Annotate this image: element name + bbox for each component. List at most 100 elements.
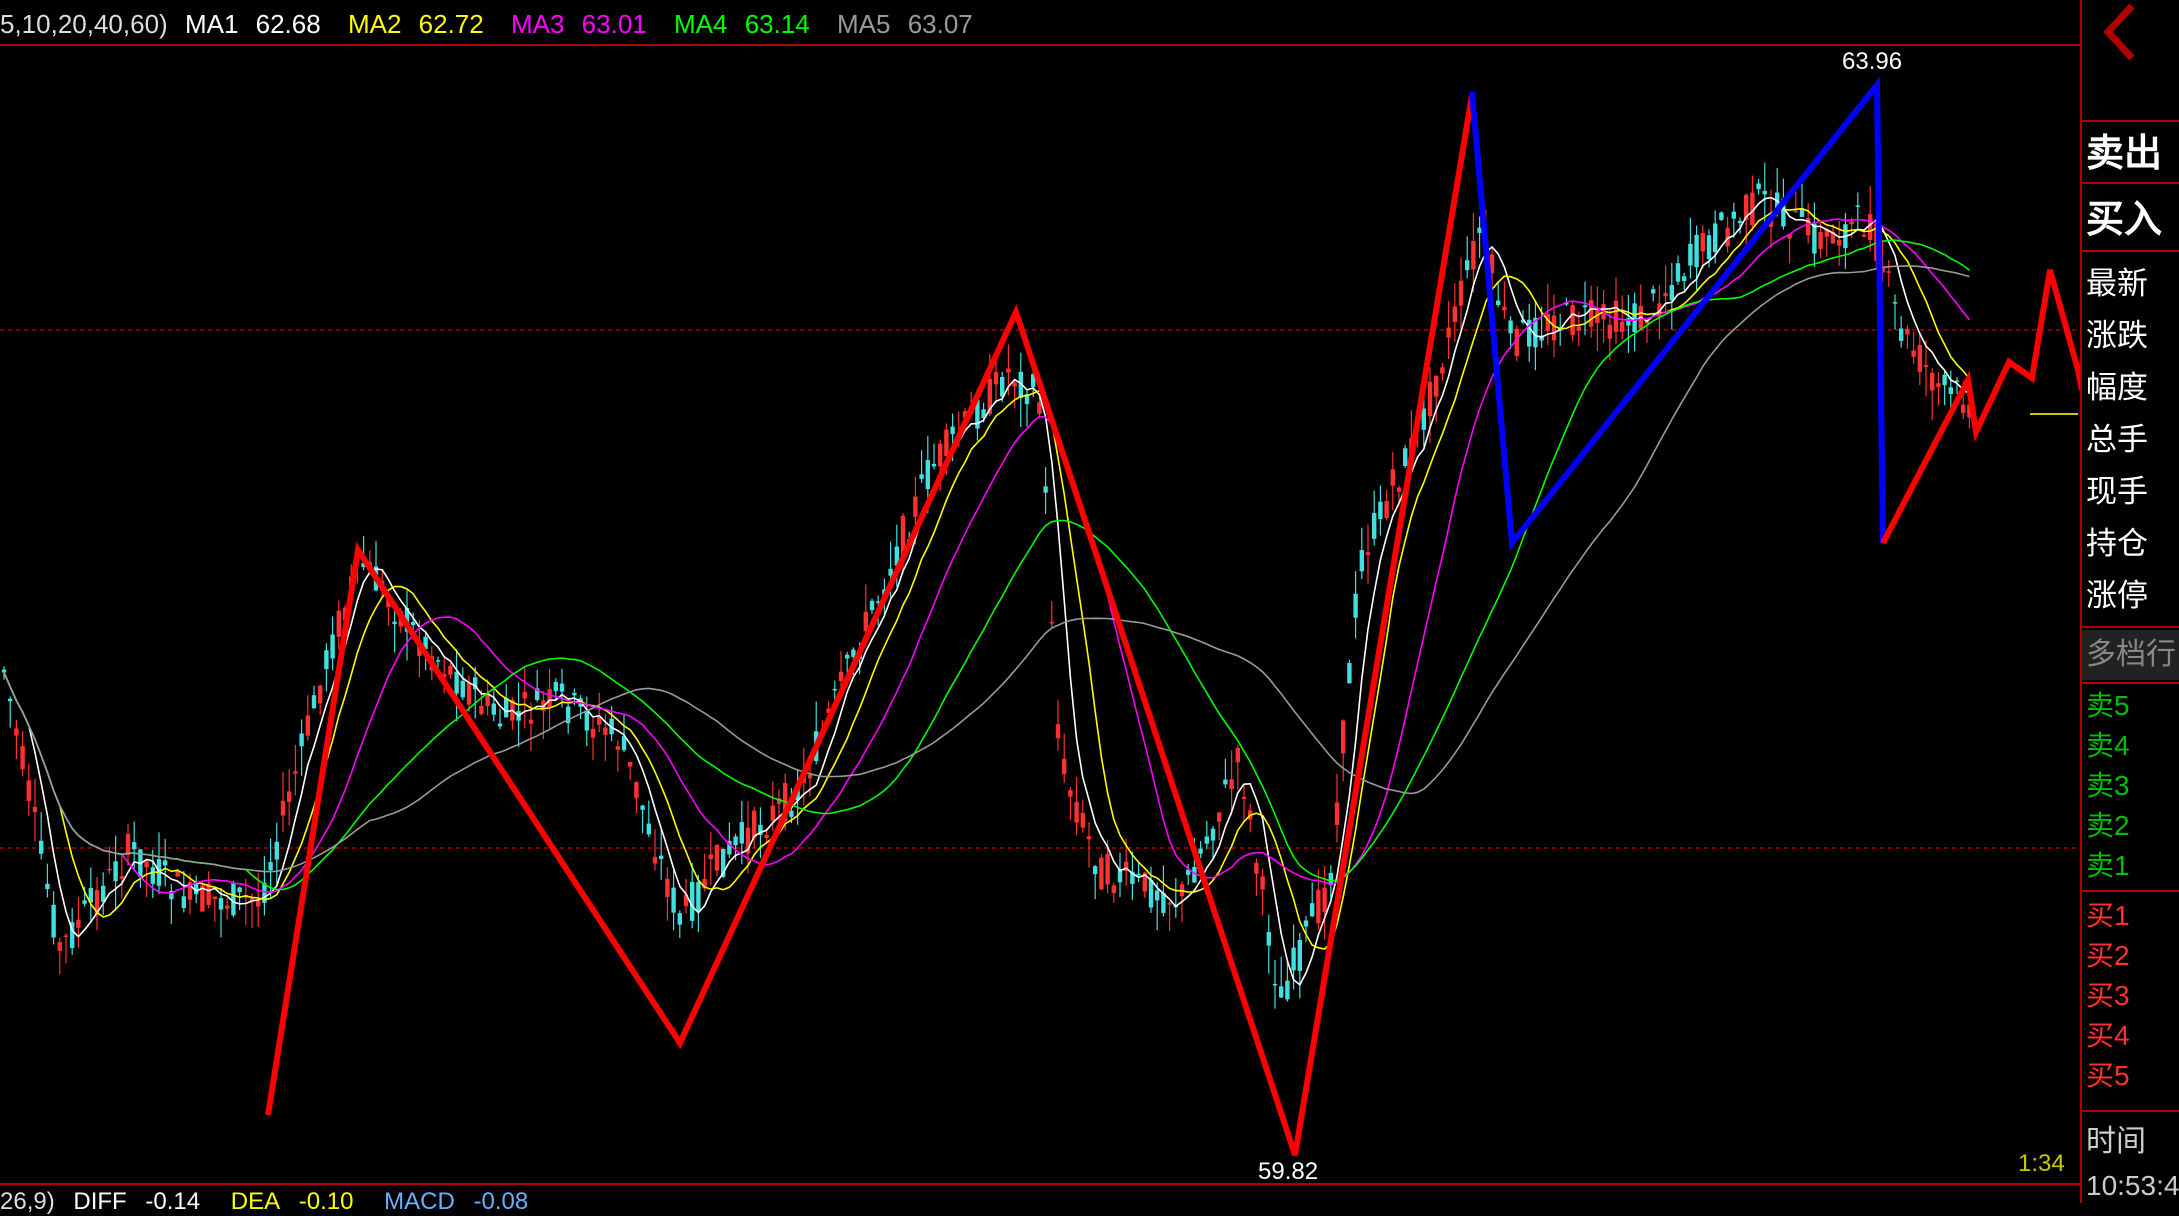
candle-body <box>1 669 7 673</box>
candle-body <box>1421 408 1426 430</box>
ma2-readout: MA2 62.72 <box>348 9 494 39</box>
quote-side-panel: 卖出 买入 最新 涨跌 幅度 总手 现手 持仓 涨停 多档行 卖5 卖4 卖3 … <box>2082 0 2179 1203</box>
candle-body <box>1961 404 1966 413</box>
candle-body <box>181 896 186 909</box>
buy-button[interactable]: 买入 <box>2082 188 2179 252</box>
zigzag-overlay <box>265 76 2080 1156</box>
candle-body <box>63 935 69 937</box>
diff-label: DIFF <box>73 1188 127 1215</box>
macd-readout: MACD -0.08 <box>384 1188 540 1215</box>
zigzag-blue <box>1469 76 1886 551</box>
candle-body <box>1111 885 1116 894</box>
moving-average-lines <box>3 196 1971 987</box>
ma-line <box>3 207 1971 950</box>
buy-level-1: 买1 <box>2086 900 2130 931</box>
candle-body <box>1285 980 1290 1000</box>
candle-body <box>1892 302 1898 304</box>
orderbook-bottom-separator <box>2082 1110 2179 1112</box>
candle-body <box>268 862 273 871</box>
panel-separator <box>2082 682 2179 684</box>
candle-body <box>696 882 701 911</box>
ma2-value: 62.72 <box>418 9 484 39</box>
macd-indicator-bar: 26,9) DIFF -0.14 DEA -0.10 MACD -0.08 <box>0 1188 552 1216</box>
candle-body <box>479 705 484 714</box>
candle-body <box>764 834 769 838</box>
ma1-label: MA1 <box>184 9 239 39</box>
panel-separator <box>2082 626 2179 628</box>
buy-level-4: 买4 <box>2086 1020 2130 1051</box>
candle-body <box>1861 234 1867 237</box>
candle-body <box>869 600 875 611</box>
candle-body <box>1310 903 1315 917</box>
high-price-label: 63.96 <box>1842 48 1903 75</box>
candle-body <box>1260 876 1265 890</box>
candle-body <box>51 904 56 938</box>
candle-body <box>1948 387 1953 394</box>
candle-body <box>163 860 168 866</box>
candle-body <box>1855 205 1860 207</box>
candle-body <box>1706 235 1712 260</box>
kline-chart[interactable]: 5,10,20,40,60) MA1 62.68 MA2 62.72 MA3 6… <box>0 0 2080 1215</box>
ma4-value: 63.14 <box>744 9 810 39</box>
candle-body <box>1204 836 1209 844</box>
candle-body <box>628 761 633 767</box>
macd-label: MACD <box>384 1188 455 1215</box>
orderbook-separator <box>2082 890 2179 892</box>
candle-body <box>1254 862 1259 874</box>
field-change: 涨跌 <box>2086 318 2148 353</box>
candle-body <box>45 883 50 890</box>
candle-body <box>324 650 329 670</box>
candle-body <box>318 685 323 704</box>
multi-level-tab[interactable]: 多档行 <box>2082 630 2179 680</box>
ma4-label: MA4 <box>673 9 728 39</box>
candle-body <box>1942 374 1947 386</box>
candle-body <box>832 688 837 691</box>
candle-body <box>1316 889 1321 924</box>
candle-body <box>293 771 298 774</box>
ma-line <box>3 196 1970 987</box>
candle-body <box>1167 903 1172 905</box>
candle-body <box>925 460 930 490</box>
candle-body <box>305 715 310 736</box>
ma5-label: MA5 <box>837 9 891 39</box>
buy-level-5: 买5 <box>2086 1060 2130 1091</box>
candle-body <box>454 671 459 694</box>
candle-body <box>101 885 106 902</box>
low-price-label: 59.82 <box>1258 1158 1319 1185</box>
candle-body <box>1049 621 1054 624</box>
candle-body <box>1390 469 1395 486</box>
candle-body <box>1551 315 1557 341</box>
sell-level-3: 卖3 <box>2086 770 2130 801</box>
candle-body <box>280 800 286 816</box>
candle-body <box>807 774 813 779</box>
back-arrow-icon[interactable] <box>2092 0 2152 70</box>
candle-body <box>1105 853 1110 885</box>
candle-body <box>1223 779 1228 785</box>
candle-body <box>1905 328 1910 335</box>
candle-body <box>497 723 503 727</box>
sell-button[interactable]: 卖出 <box>2082 120 2179 184</box>
candle-body <box>1359 550 1364 572</box>
candle-body <box>1719 212 1724 220</box>
candle-body <box>1651 289 1656 294</box>
candle-body <box>528 719 534 724</box>
candle-body <box>1762 190 1767 195</box>
chart-top-border <box>0 44 2080 46</box>
candle-body <box>107 868 112 871</box>
candle-body <box>125 833 131 856</box>
candle-body <box>113 861 118 882</box>
candle-body <box>690 881 695 921</box>
candle-body <box>1086 836 1092 840</box>
candle-body <box>1899 328 1904 341</box>
candle-body <box>435 660 441 662</box>
candle-body <box>1365 552 1371 556</box>
candle-body <box>1713 223 1718 252</box>
candle-body <box>739 822 744 844</box>
candle-body <box>770 805 775 821</box>
candle-body <box>1155 890 1160 901</box>
candle-body <box>547 689 552 708</box>
candle-body <box>76 919 81 928</box>
kline-chart-canvas[interactable] <box>0 0 2080 1203</box>
candle-body <box>1682 276 1687 282</box>
candle-body <box>919 474 924 479</box>
